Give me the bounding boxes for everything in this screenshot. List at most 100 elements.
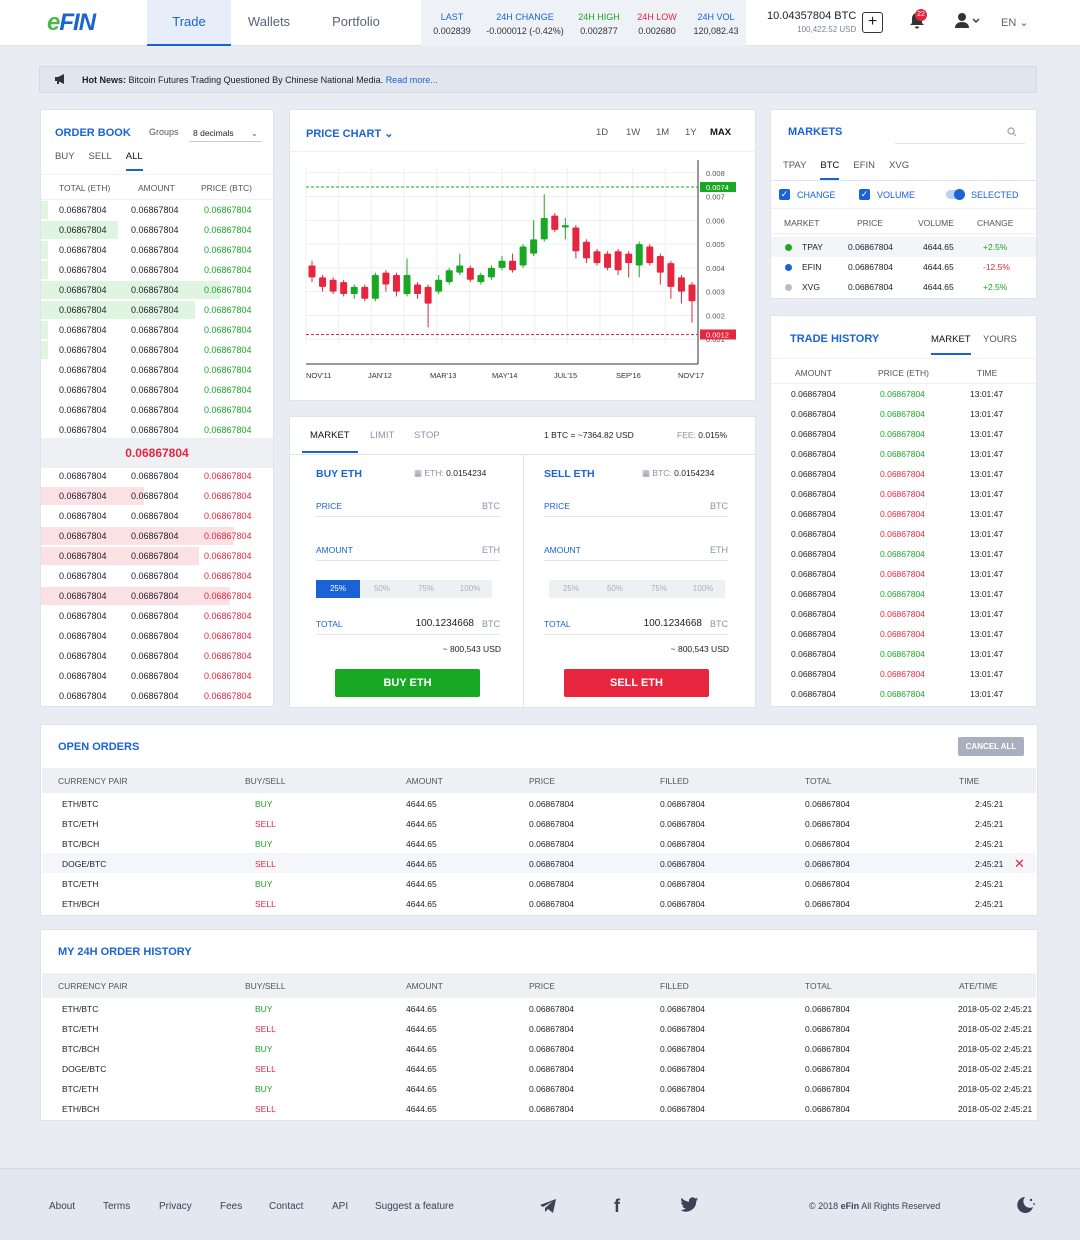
percent-button-100[interactable]: 100%	[681, 580, 725, 598]
table-row[interactable]: ETH/BTC BUY 4644.65 0.06867804 0.06867804 0.0…	[42, 793, 1036, 813]
selected-toggle[interactable]	[946, 189, 965, 200]
percent-button-25[interactable]: 25%	[549, 580, 593, 598]
percent-button-50[interactable]: 50%	[360, 580, 404, 598]
order-book-row[interactable]: 0.06867804 0.06867804 0.06867804	[41, 506, 273, 526]
range-max[interactable]: MAX	[710, 127, 731, 138]
table-row[interactable]: BTC/ETH SELL 4644.65 0.06867804 0.06867804 0.…	[42, 1018, 1036, 1038]
efin-logo[interactable]: eFIN	[47, 9, 96, 37]
order-book-row[interactable]: 0.06867804 0.06867804 0.06867804	[41, 300, 273, 320]
order-book-row[interactable]: 0.06867804 0.06867804 0.06867804	[41, 626, 273, 646]
user-icon[interactable]	[954, 12, 980, 32]
table-row[interactable]: DOGE/BTC SELL 4644.65 0.06867804 0.06867804 0…	[42, 1058, 1036, 1078]
range-1y[interactable]: 1Y	[685, 127, 697, 138]
percent-button-25[interactable]: 25%	[316, 580, 360, 598]
night-mode-icon[interactable]	[1016, 1196, 1036, 1217]
order-book-row[interactable]: 0.06867804 0.06867804 0.06867804	[41, 566, 273, 586]
table-row[interactable]: ETH/BTC BUY 4644.65 0.06867804 0.06867804 0.0…	[42, 998, 1036, 1018]
footer-link-contact[interactable]: Contact	[269, 1201, 303, 1212]
volume-checkbox[interactable]: ✓	[859, 189, 870, 200]
percent-button-100[interactable]: 100%	[448, 580, 492, 598]
footer-link-api[interactable]: API	[332, 1201, 348, 1212]
market-row-efin[interactable]: EFIN 0.06867804 4644.65 -12.5%	[771, 257, 1036, 277]
tab-all[interactable]: ALL	[125, 151, 143, 171]
table-row[interactable]: ETH/BCH SELL 4644.65 0.06867804 0.06867804 0.…	[42, 893, 1036, 913]
buy-eth-button[interactable]: BUY ETH	[335, 669, 480, 697]
cell-4: 0.06867804	[660, 1044, 705, 1054]
candlestick-chart[interactable]: 0.008 0.007 0.006 0.005 0.004 0.003 0.002 0.001…	[290, 152, 755, 400]
range-1m[interactable]: 1M	[656, 127, 669, 138]
tab-btc[interactable]: BTC	[820, 160, 840, 180]
table-row[interactable]: DOGE/BTC SELL 4644.65 0.06867804 0.06867804 0…	[42, 853, 1036, 873]
nav-trade[interactable]: Trade	[147, 0, 231, 46]
add-funds-button[interactable]: +	[862, 12, 883, 33]
cancel-all-button[interactable]: CANCEL ALL	[958, 737, 1024, 756]
tab-sell[interactable]: SELL	[89, 151, 112, 162]
tab-tpay[interactable]: TPAY	[783, 160, 806, 171]
groups-select[interactable]: 8 decimals ⌄	[189, 124, 262, 142]
order-book-row[interactable]: 0.06867804 0.06867804 0.06867804	[41, 320, 273, 340]
table-row[interactable]: BTC/BCH BUY 4644.65 0.06867804 0.06867804 0.0…	[42, 833, 1036, 853]
order-book-row[interactable]: 0.06867804 0.06867804 0.06867804	[41, 466, 273, 486]
sell-amount-input[interactable]: AMOUNT ETH	[544, 539, 728, 561]
buy-price-input[interactable]: PRICE BTC	[316, 495, 500, 517]
order-book-row[interactable]: 0.06867804 0.06867804 0.06867804	[41, 420, 273, 440]
range-1w[interactable]: 1W	[626, 127, 640, 138]
twitter-icon[interactable]	[680, 1197, 699, 1216]
news-read-more-link[interactable]: Read more...	[386, 75, 438, 85]
percent-button-75[interactable]: 75%	[637, 580, 681, 598]
order-book-row[interactable]: 0.06867804 0.06867804 0.06867804	[41, 546, 273, 566]
table-row[interactable]: BTC/ETH BUY 4644.65 0.06867804 0.06867804 0.0…	[42, 1078, 1036, 1098]
price-chart-title[interactable]: PRICE CHART ⌄	[306, 127, 393, 140]
order-book-row[interactable]: 0.06867804 0.06867804 0.06867804	[41, 686, 273, 706]
nav-portfolio[interactable]: Portfolio	[314, 0, 398, 46]
language-select[interactable]: EN ⌄	[1001, 16, 1029, 29]
tab-xvg[interactable]: XVG	[889, 160, 909, 171]
sell-price-input[interactable]: PRICE BTC	[544, 495, 728, 517]
order-book-row[interactable]: 0.06867804 0.06867804 0.06867804	[41, 240, 273, 260]
nav-wallets[interactable]: Wallets	[227, 0, 311, 46]
footer-link-fees[interactable]: Fees	[220, 1201, 242, 1212]
market-row-tpay[interactable]: TPAY 0.06867804 4644.65 +2.5%	[771, 237, 1036, 257]
order-book-row[interactable]: 0.06867804 0.06867804 0.06867804	[41, 606, 273, 626]
order-book-row[interactable]: 0.06867804 0.06867804 0.06867804	[41, 666, 273, 686]
order-amount: 0.06867804	[131, 651, 179, 661]
buy-amount-input[interactable]: AMOUNT ETH	[316, 539, 500, 561]
order-book-row[interactable]: 0.06867804 0.06867804 0.06867804	[41, 486, 273, 506]
close-icon[interactable]: ✕	[1014, 856, 1025, 872]
table-row[interactable]: BTC/ETH SELL 4644.65 0.06867804 0.06867804 0.…	[42, 813, 1036, 833]
footer-link-about[interactable]: About	[49, 1201, 75, 1212]
percent-button-50[interactable]: 50%	[593, 580, 637, 598]
order-book-row[interactable]: 0.06867804 0.06867804 0.06867804	[41, 586, 273, 606]
footer-link-suggest[interactable]: Suggest a feature	[375, 1201, 454, 1212]
facebook-icon[interactable]: f	[614, 1196, 620, 1217]
tab-your-trades[interactable]: YOURS	[983, 334, 1017, 345]
order-book-row[interactable]: 0.06867804 0.06867804 0.06867804	[41, 280, 273, 300]
range-1d[interactable]: 1D	[596, 127, 608, 138]
order-book-row[interactable]: 0.06867804 0.06867804 0.06867804	[41, 260, 273, 280]
tab-limit[interactable]: LIMIT	[370, 430, 394, 441]
change-checkbox[interactable]: ✓	[779, 189, 790, 200]
order-book-row[interactable]: 0.06867804 0.06867804 0.06867804	[41, 380, 273, 400]
footer-link-terms[interactable]: Terms	[103, 1201, 130, 1212]
order-book-row[interactable]: 0.06867804 0.06867804 0.06867804	[41, 220, 273, 240]
tab-market[interactable]: MARKET	[302, 430, 358, 453]
table-row[interactable]: BTC/BCH BUY 4644.65 0.06867804 0.06867804 0.0…	[42, 1038, 1036, 1058]
tab-buy[interactable]: BUY	[55, 151, 75, 162]
market-search-input[interactable]	[895, 124, 1025, 144]
footer-link-privacy[interactable]: Privacy	[159, 1201, 192, 1212]
order-book-row[interactable]: 0.06867804 0.06867804 0.06867804	[41, 646, 273, 666]
tab-stop[interactable]: STOP	[414, 430, 440, 441]
telegram-icon[interactable]	[539, 1198, 557, 1217]
order-book-row[interactable]: 0.06867804 0.06867804 0.06867804	[41, 526, 273, 546]
order-book-row[interactable]: 0.06867804 0.06867804 0.06867804	[41, 200, 273, 220]
percent-button-75[interactable]: 75%	[404, 580, 448, 598]
order-book-row[interactable]: 0.06867804 0.06867804 0.06867804	[41, 400, 273, 420]
order-book-row[interactable]: 0.06867804 0.06867804 0.06867804	[41, 340, 273, 360]
tab-efin[interactable]: EFIN	[853, 160, 875, 171]
table-row[interactable]: BTC/ETH BUY 4644.65 0.06867804 0.06867804 0.0…	[42, 873, 1036, 893]
order-book-row[interactable]: 0.06867804 0.06867804 0.06867804	[41, 360, 273, 380]
tab-market-trades[interactable]: MARKET	[931, 334, 971, 355]
table-row[interactable]: ETH/BCH SELL 4644.65 0.06867804 0.06867804 0.…	[42, 1098, 1036, 1118]
market-row-xvg[interactable]: XVG 0.06867804 4644.65 +2.5%	[771, 277, 1036, 297]
sell-eth-button[interactable]: SELL ETH	[564, 669, 709, 697]
